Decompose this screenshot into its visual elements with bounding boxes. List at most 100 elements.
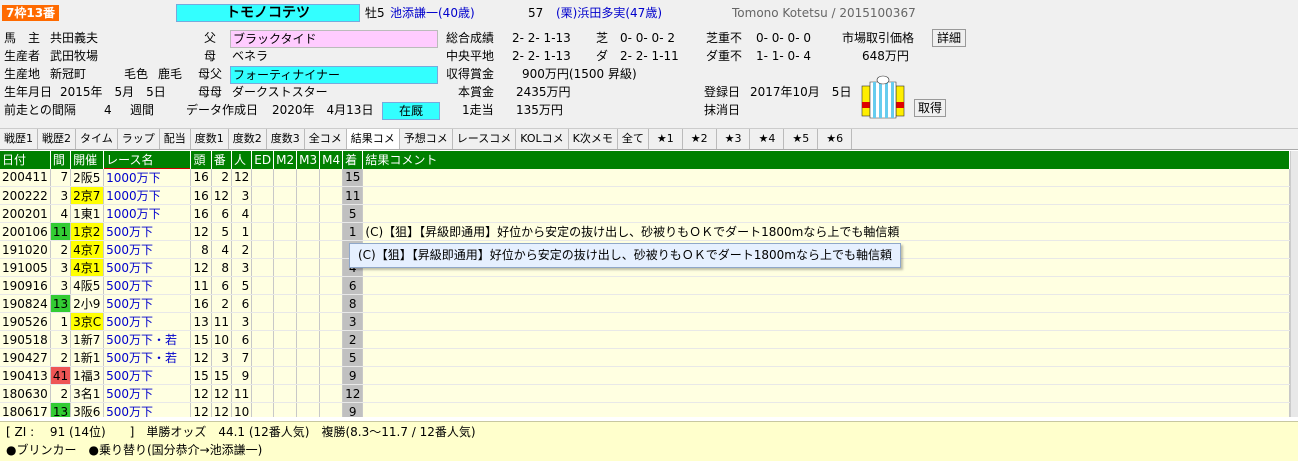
tab-7[interactable]: 度数3 (266, 129, 305, 149)
ed-cell (251, 294, 275, 313)
gap-cell: 4 (50, 204, 72, 223)
tab-0[interactable]: 戦歴1 (0, 129, 38, 149)
heads-cell: 16 (190, 294, 212, 313)
table-row[interactable]: 200201 4 1東1 1000万下 16 6 4 5 (0, 204, 1290, 223)
tab-4[interactable]: 配当 (159, 129, 191, 149)
number-cell: 15 (211, 366, 233, 385)
tab-5[interactable]: 度数1 (190, 129, 229, 149)
popularity-cell: 6 (231, 330, 253, 349)
number-cell: 8 (211, 258, 233, 277)
tab-17[interactable]: ★3 (716, 129, 751, 149)
m3-cell (296, 168, 321, 187)
silks-icon (858, 72, 908, 122)
m3-cell (296, 348, 321, 367)
ed-cell (251, 204, 275, 223)
venue-cell: 3京C (70, 312, 105, 331)
table-row[interactable]: 200411 7 2阪5 1000万下 16 2 12 15 (0, 168, 1290, 187)
date-cell: 190518 (0, 330, 51, 349)
tab-10[interactable]: 予想コメ (399, 129, 453, 149)
table-row[interactable]: 200106 11 1京2 500万下 12 5 1 1 (C)【狙】【昇級即通用】好位から安定… (0, 222, 1290, 241)
acquire-button[interactable]: 取得 (914, 99, 946, 117)
tab-19[interactable]: ★5 (784, 129, 819, 149)
per-win: 135万円 (516, 103, 563, 117)
column-header[interactable]: 日付 (0, 151, 51, 169)
horse-id: Tomono Kotetsu / 2015100367 (732, 6, 916, 20)
table-row[interactable]: 190824 13 2小9 500万下 16 2 6 8 (0, 294, 1290, 313)
popularity-cell: 11 (231, 384, 253, 403)
detail-button[interactable]: 詳細 (932, 29, 966, 47)
prize-label: 収得賞金 (446, 67, 495, 81)
coat-label: 毛色 (124, 67, 149, 81)
tab-12[interactable]: KOLコメ (516, 129, 569, 149)
tab-16[interactable]: ★2 (682, 129, 717, 149)
column-header[interactable]: 結果コメント (362, 151, 1290, 169)
birthday-label: 生年月日 (4, 85, 53, 99)
heads-cell: 8 (190, 240, 212, 259)
tab-11[interactable]: レースコメ (452, 129, 517, 149)
comment-cell (362, 402, 1290, 417)
sex-age: 牡5 (365, 6, 385, 20)
number-cell: 12 (211, 402, 233, 417)
table-row[interactable]: 180617 13 3阪6 500万下 12 12 10 9 (0, 402, 1290, 417)
horse-header: 7枠13番 トモノコテツ 牡5 池添謙一(40歳) 57 (栗)浜田多実(47歳… (0, 0, 1298, 128)
tab-14[interactable]: 全て (617, 129, 649, 149)
tab-13[interactable]: K次メモ (568, 129, 618, 149)
heads-cell: 12 (190, 402, 212, 417)
table-row[interactable]: 190427 2 1新1 500万下・若 12 3 7 5 (0, 348, 1290, 367)
m2-cell (273, 402, 298, 417)
tab-2[interactable]: タイム (76, 129, 118, 149)
tab-3[interactable]: ラップ (117, 129, 160, 149)
ed-cell (251, 240, 275, 259)
column-header[interactable]: 着 (342, 151, 364, 169)
venue-cell: 2小9 (70, 294, 105, 313)
tab-9[interactable]: 結果コメ (346, 129, 400, 149)
comment-cell: (C)【狙】【昇級即通用】好位から安定の抜け出し、砂被りもＯＫでダート1800m… (362, 222, 1290, 241)
column-header[interactable]: ED (251, 151, 275, 169)
comment-cell (362, 384, 1290, 403)
table-row[interactable]: 180630 2 3名1 500万下 12 12 11 12 (0, 384, 1290, 403)
column-header[interactable]: 開催 (70, 151, 105, 169)
vertical-scrollbar[interactable] (1290, 151, 1298, 417)
column-header[interactable]: M2 (273, 151, 298, 169)
ed-cell (251, 402, 275, 417)
owner: 共田義夫 (50, 31, 99, 45)
column-header[interactable]: M4 (319, 151, 344, 169)
table-row[interactable]: 200222 3 2京7 1000万下 16 12 3 11 (0, 186, 1290, 205)
m3-cell (296, 312, 321, 331)
tab-18[interactable]: ★4 (750, 129, 785, 149)
column-header[interactable]: 頭 (190, 151, 212, 169)
register-label: 登録日 (704, 85, 741, 99)
birthplace-label: 生産地 (4, 67, 41, 81)
number-cell: 4 (211, 240, 233, 259)
column-header[interactable]: 間 (50, 151, 72, 169)
column-header[interactable]: 番 (211, 151, 233, 169)
tab-20[interactable]: ★6 (818, 129, 853, 149)
venue-cell: 1新7 (70, 330, 105, 349)
column-header[interactable]: M3 (296, 151, 321, 169)
finish-cell: 1 (342, 222, 364, 241)
total: 2- 2- 1-13 (512, 31, 571, 45)
ed-cell (251, 384, 275, 403)
number-cell: 11 (211, 312, 233, 331)
tab-15[interactable]: ★1 (648, 129, 683, 149)
finish-cell: 8 (342, 294, 364, 313)
tab-6[interactable]: 度数2 (228, 129, 267, 149)
table-row[interactable]: 190526 1 3京C 500万下 13 11 3 3 (0, 312, 1290, 331)
table-row[interactable]: 190916 3 4阪5 500万下 11 6 5 6 (0, 276, 1290, 295)
finish-cell: 15 (342, 168, 364, 187)
table-row[interactable]: 190518 3 1新7 500万下・若 15 10 6 2 (0, 330, 1290, 349)
column-header[interactable]: 人 (231, 151, 253, 169)
column-header[interactable]: レース名 (103, 151, 192, 169)
odds-line: [ ZI : 91 (14位) ] 単勝オッズ 44.1 (12番人気) 複勝(… (6, 425, 476, 439)
table-row[interactable]: 190413 41 1福3 500万下 15 15 9 9 (0, 366, 1290, 385)
date-cell: 190916 (0, 276, 51, 295)
heads-cell: 16 (190, 186, 212, 205)
m3-cell (296, 366, 321, 385)
popularity-cell: 7 (231, 348, 253, 367)
main-prize-label: 本賞金 (458, 85, 495, 99)
tab-1[interactable]: 戦歴2 (38, 129, 76, 149)
race-cell: 500万下・若 (103, 348, 192, 367)
comment-cell (362, 276, 1290, 295)
tab-8[interactable]: 全コメ (304, 129, 347, 149)
popularity-cell: 3 (231, 186, 253, 205)
